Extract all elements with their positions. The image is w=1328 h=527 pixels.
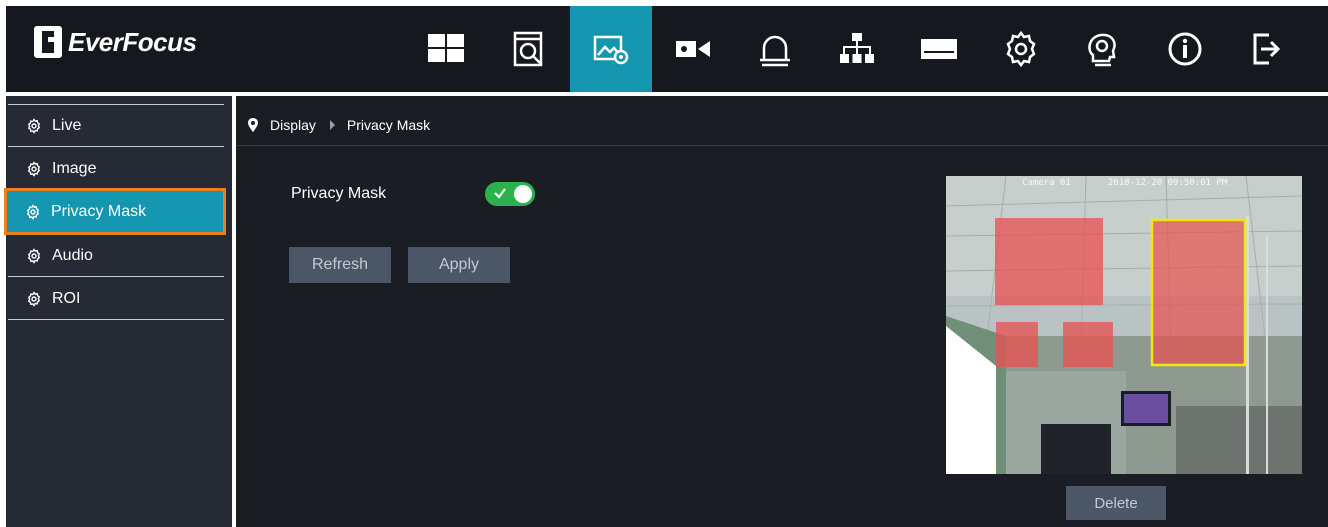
breadcrumb-separator-icon: [329, 119, 335, 130]
main-content: Display Privacy Mask Privacy Mask Refres…: [236, 96, 1328, 527]
sidebar-item-label: ROI: [52, 289, 81, 307]
privacy-mask-label: Privacy Mask: [291, 185, 387, 202]
camera-preview[interactable]: Camera 01 2018-12-20 09:50:01 PM: [946, 176, 1302, 474]
breadcrumb-current: Privacy Mask: [346, 116, 431, 133]
sidebar: Live Image Privacy Mask Audio ROI: [4, 96, 232, 527]
sidebar-item-label: Privacy Mask: [51, 202, 147, 220]
maintenance-icon: [1088, 33, 1116, 67]
image-settings-icon: [593, 35, 629, 65]
nav-system[interactable]: [980, 6, 1062, 92]
nav-live-view[interactable]: [404, 6, 488, 92]
sidebar-item-privacy-mask[interactable]: Privacy Mask: [4, 188, 226, 235]
logout-icon: [1253, 33, 1281, 65]
gear-icon: [26, 203, 40, 220]
storage-icon: [921, 39, 957, 59]
network-icon: [840, 33, 874, 63]
delete-button[interactable]: Delete: [1066, 486, 1166, 520]
sidebar-item-label: Audio: [52, 246, 93, 264]
playback-icon: [513, 31, 543, 67]
settings-icon: [1006, 30, 1036, 68]
brand-name: EverFocus: [68, 26, 197, 57]
osd-camera-name: Camera 01: [1022, 178, 1071, 188]
camera-icon: [676, 41, 710, 57]
sidebar-item-roi[interactable]: ROI: [8, 278, 224, 320]
nav-logout[interactable]: [1226, 6, 1308, 92]
nav-network[interactable]: [816, 6, 898, 92]
gear-icon: [27, 247, 41, 264]
sidebar-item-label: Image: [52, 159, 97, 177]
apply-button[interactable]: Apply: [408, 247, 510, 283]
sidebar-item-image[interactable]: Image: [8, 148, 224, 190]
grid-icon: [428, 34, 464, 62]
gear-icon: [27, 117, 41, 134]
privacy-mask-toggle[interactable]: [485, 182, 535, 206]
sidebar-item-live[interactable]: Live: [8, 105, 224, 147]
nav-storage[interactable]: [898, 6, 980, 92]
top-bar: EverFocus: [6, 6, 1328, 92]
main-nav: [404, 6, 1308, 92]
nav-display[interactable]: [570, 6, 652, 92]
gear-icon: [27, 290, 41, 307]
check-icon: [494, 188, 506, 199]
nav-alarm[interactable]: [734, 6, 816, 92]
location-pin-icon: [248, 117, 258, 132]
nav-maintenance[interactable]: [1062, 6, 1144, 92]
brand-logo: EverFocus: [34, 26, 197, 58]
refresh-button[interactable]: Refresh: [289, 247, 391, 283]
toggle-knob: [514, 185, 532, 203]
sidebar-item-audio[interactable]: Audio: [8, 235, 224, 277]
breadcrumb-parent[interactable]: Display: [270, 117, 316, 133]
brand-logo-mark: [34, 26, 62, 58]
camera-snapshot: [946, 176, 1302, 474]
alarm-icon: [760, 35, 790, 67]
nav-camera[interactable]: [652, 6, 734, 92]
info-icon: [1168, 32, 1202, 66]
gear-icon: [27, 160, 41, 177]
breadcrumb: Display Privacy Mask: [236, 104, 1328, 146]
nav-info[interactable]: [1144, 6, 1226, 92]
nav-playback[interactable]: [488, 6, 570, 92]
osd-timestamp: 2018-12-20 09:50:01 PM: [1108, 178, 1228, 188]
sidebar-item-label: Live: [52, 116, 82, 134]
